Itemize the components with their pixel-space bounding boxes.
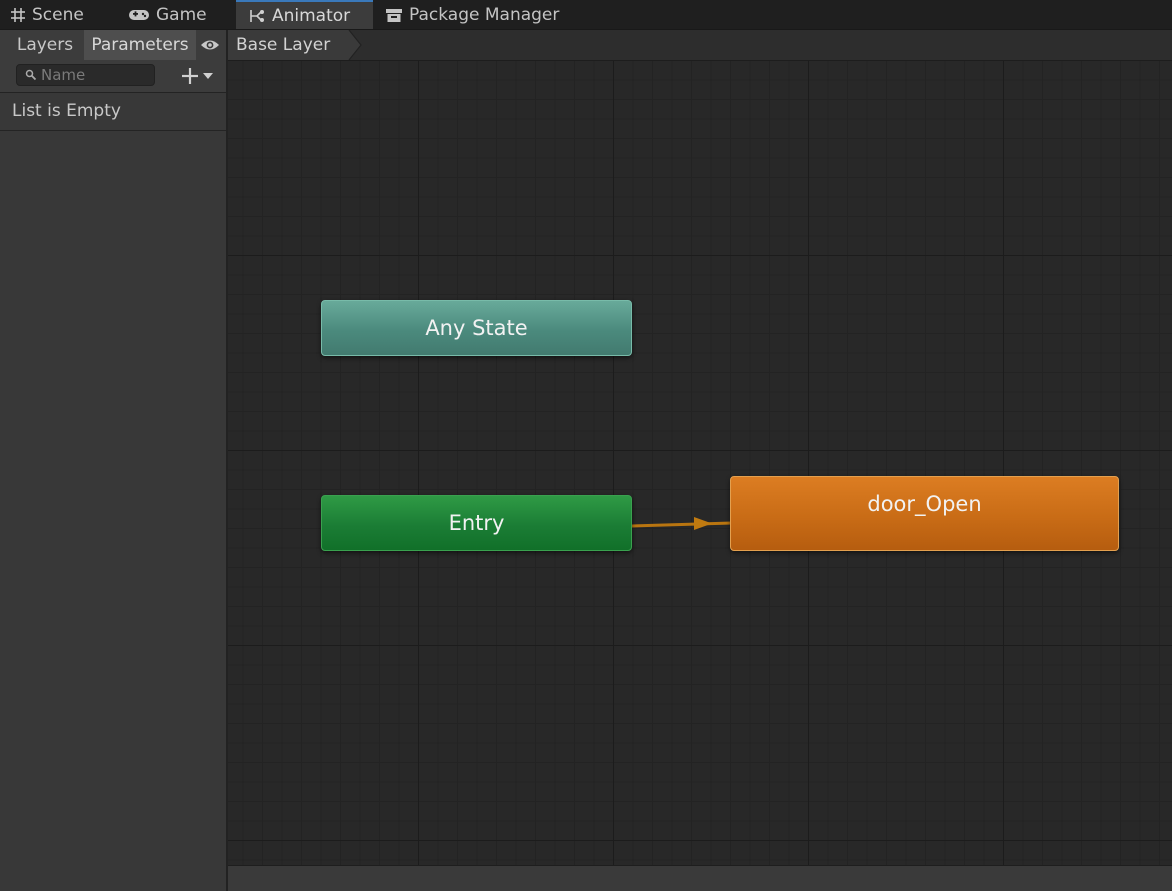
tab-parameters[interactable]: Parameters: [84, 30, 196, 60]
grid-icon: [10, 7, 26, 23]
node-door-open[interactable]: door_Open: [730, 476, 1119, 551]
node-label: Any State: [425, 316, 528, 340]
window-tab-bar: Scene Game Animator Package Manager: [0, 0, 1172, 30]
breadcrumb: Base Layer: [228, 30, 1172, 61]
dropdown-arrow-icon: [202, 72, 214, 80]
tab-layers[interactable]: Layers: [6, 30, 84, 60]
empty-list-message: List is Empty: [0, 92, 226, 131]
state-machine-graph[interactable]: Any State Entry door_Open: [228, 61, 1172, 865]
tab-label: Animator: [272, 5, 351, 26]
parameter-search-row: [0, 60, 226, 93]
tab-game[interactable]: Game: [128, 0, 233, 29]
add-parameter-button[interactable]: [180, 64, 222, 88]
search-input[interactable]: [41, 66, 145, 84]
animator-window: Scene Game Animator Package Manager Laye…: [0, 0, 1172, 891]
transition-arrow[interactable]: [632, 513, 732, 533]
breadcrumb-base-layer[interactable]: Base Layer: [228, 30, 349, 60]
tab-scene[interactable]: Scene: [10, 0, 118, 29]
tab-label: Game: [156, 4, 207, 25]
tab-label: Package Manager: [409, 4, 560, 25]
graph-status-bar: [228, 865, 1172, 891]
plus-icon: [180, 66, 200, 86]
search-field[interactable]: [16, 64, 155, 86]
parameters-panel: Layers Parameters Name List is Empty: [0, 30, 228, 891]
node-any-state[interactable]: Any State: [321, 300, 632, 356]
node-label: door_Open: [867, 492, 982, 516]
search-icon: [25, 69, 37, 81]
eye-icon[interactable]: [200, 37, 220, 53]
tab-label: Scene: [32, 4, 84, 25]
node-label: Entry: [448, 511, 505, 535]
animator-icon: [248, 8, 266, 24]
package-icon: [385, 7, 403, 23]
breadcrumb-arrow-icon: [341, 30, 362, 60]
tab-package-manager[interactable]: Package Manager: [385, 0, 585, 29]
panel-tabs: Layers Parameters: [0, 30, 226, 61]
tab-animator[interactable]: Animator: [236, 0, 373, 29]
node-entry[interactable]: Entry: [321, 495, 632, 551]
gamepad-icon: [128, 8, 150, 22]
